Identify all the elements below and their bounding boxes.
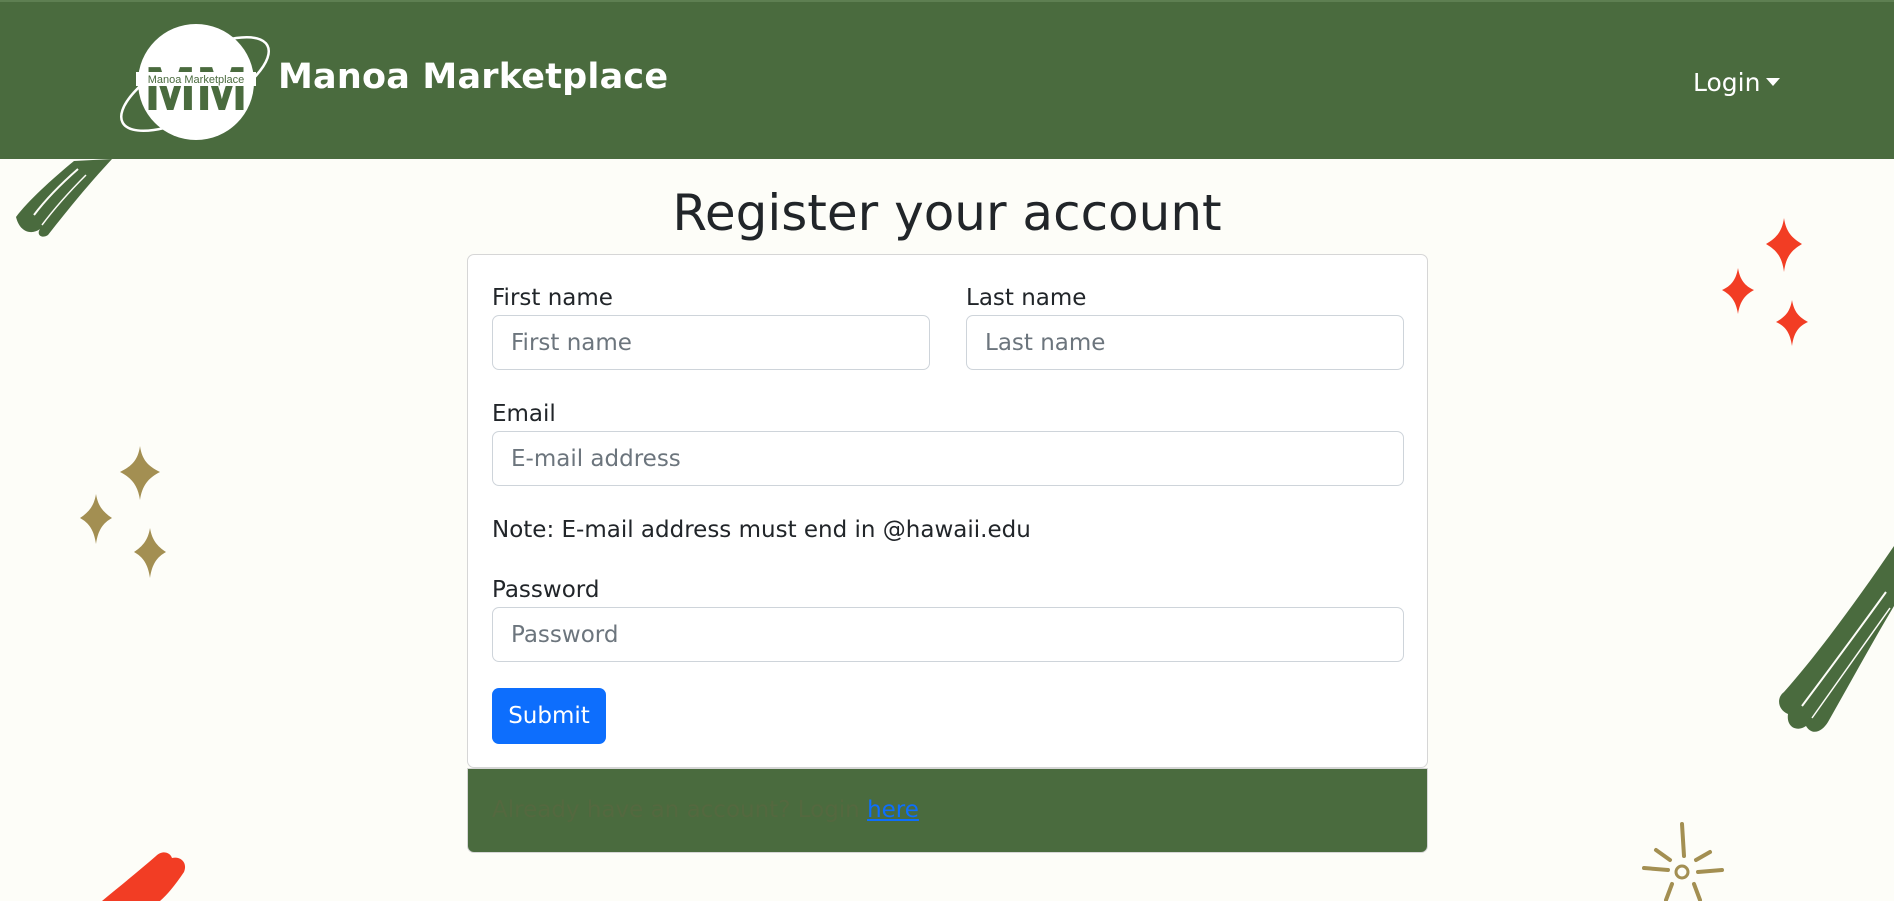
navbar: MM Manoa Marketplace Manoa Marketplace L…: [0, 0, 1894, 159]
login-footer: Already have an account? Login here: [467, 768, 1428, 853]
last-name-label: Last name: [966, 285, 1087, 311]
login-label: Login: [1693, 68, 1761, 97]
green-brush-stroke-right: [1779, 546, 1894, 732]
red-brush-stroke-bottom-left: [102, 852, 186, 901]
email-note: Note: E-mail address must end in @hawaii…: [492, 517, 1031, 543]
login-here-link[interactable]: here: [867, 797, 919, 823]
submit-button[interactable]: Submit: [492, 688, 606, 744]
manoa-marketplace-logo[interactable]: MM Manoa Marketplace: [110, 22, 280, 146]
email-input[interactable]: [492, 431, 1404, 486]
olive-sparkles-left-icon: [80, 446, 166, 578]
email-label: Email: [492, 401, 556, 427]
caret-down-icon: [1766, 77, 1781, 86]
last-name-input[interactable]: [966, 315, 1404, 370]
password-label: Password: [492, 577, 600, 603]
login-prompt: Already have an account? Login here: [492, 797, 919, 823]
first-name-label: First name: [492, 285, 613, 311]
register-form-card: First name Last name Email Note: E-mail …: [467, 254, 1428, 768]
login-prompt-text: Already have an account? Login: [492, 797, 868, 823]
password-input[interactable]: [492, 607, 1404, 662]
page-title: Register your account: [672, 184, 1222, 242]
svg-text:MM: MM: [144, 55, 247, 124]
login-dropdown-toggle[interactable]: Login: [1693, 68, 1781, 97]
svg-text:Manoa Marketplace: Manoa Marketplace: [148, 74, 245, 86]
olive-sun-doodle-icon: [1642, 822, 1724, 901]
brand-name[interactable]: Manoa Marketplace: [278, 57, 668, 97]
first-name-input[interactable]: [492, 315, 930, 370]
